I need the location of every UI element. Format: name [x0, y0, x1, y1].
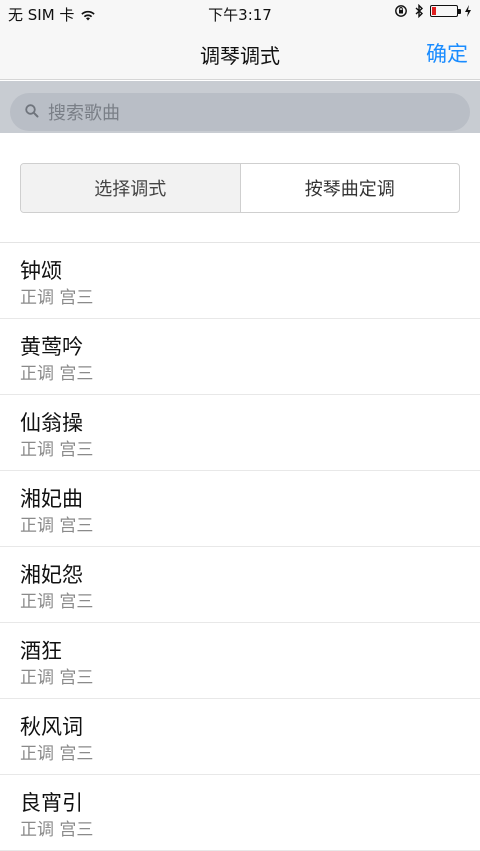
song-name: 湘妃曲 — [20, 487, 83, 511]
song-name: 秋风词 — [20, 715, 83, 739]
song-mode: 正调 宫三 — [20, 668, 94, 688]
segmented-control: 选择调式 按琴曲定调 — [20, 163, 460, 213]
battery-icon — [430, 5, 461, 17]
page-title: 调琴调式 — [200, 44, 280, 68]
search-input[interactable] — [46, 93, 460, 133]
song-name: 钟颂 — [20, 259, 62, 283]
confirm-button[interactable]: 确定 — [426, 38, 468, 68]
list-item[interactable]: 秋风词 正调 宫三 — [0, 699, 480, 775]
search-bar[interactable] — [10, 93, 470, 133]
song-mode: 正调 宫三 — [20, 820, 94, 840]
song-name: 仙翁操 — [20, 411, 83, 435]
song-name: 黄莺吟 — [20, 335, 83, 359]
song-mode: 正调 宫三 — [20, 288, 94, 308]
navigation-bar: 调琴调式 确定 — [0, 28, 480, 78]
list-item[interactable]: 良宵引 正调 宫三 — [0, 775, 480, 851]
charging-bolt-icon — [465, 5, 471, 17]
list-item[interactable]: 黄莺吟 正调 宫三 — [0, 319, 480, 395]
bluetooth-icon — [415, 4, 424, 18]
song-mode: 正调 宫三 — [20, 592, 94, 612]
song-name: 良宵引 — [20, 791, 83, 815]
search-bar-container — [0, 81, 480, 133]
song-name: 湘妃怨 — [20, 563, 83, 587]
list-item[interactable]: 湘妃怨 正调 宫三 — [0, 547, 480, 623]
song-mode: 正调 宫三 — [20, 744, 94, 764]
search-icon — [25, 104, 39, 118]
song-mode: 正调 宫三 — [20, 364, 94, 384]
song-mode: 正调 宫三 — [20, 440, 94, 460]
song-name: 酒狂 — [20, 639, 62, 663]
segment-by-song[interactable]: 按琴曲定调 — [241, 164, 460, 212]
top-bar: 无 SIM 卡 下午3:17 调琴调式 确定 — [0, 0, 480, 80]
orientation-lock-icon — [395, 5, 407, 17]
list-item[interactable]: 湘妃曲 正调 宫三 — [0, 471, 480, 547]
song-mode: 正调 宫三 — [20, 516, 94, 536]
list-item[interactable]: 钟颂 正调 宫三 — [0, 243, 480, 319]
list-item[interactable]: 仙翁操 正调 宫三 — [0, 395, 480, 471]
list-item[interactable]: 酒狂 正调 宫三 — [0, 623, 480, 699]
segment-select-mode[interactable]: 选择调式 — [21, 164, 240, 212]
song-list: 钟颂 正调 宫三 黄莺吟 正调 宫三 仙翁操 正调 宫三 湘妃曲 正调 宫三 湘… — [0, 243, 480, 851]
status-bar: 无 SIM 卡 下午3:17 — [0, 0, 480, 26]
segment-area: 选择调式 按琴曲定调 — [0, 133, 480, 243]
